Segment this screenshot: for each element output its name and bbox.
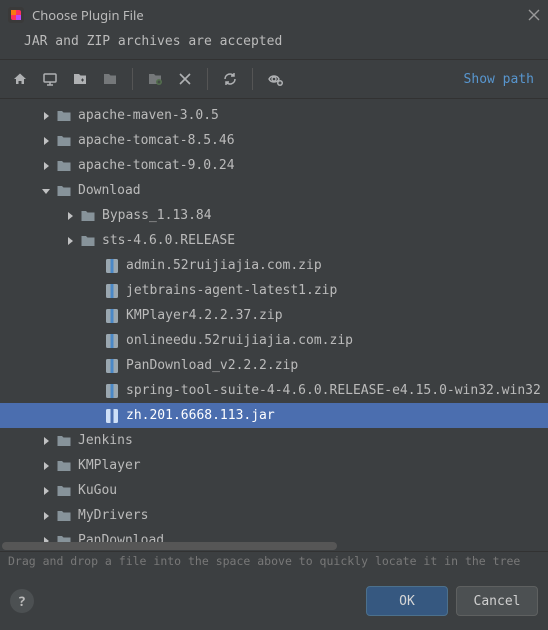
archive-icon	[104, 308, 120, 324]
drop-hint: Drag and drop a file into the space abov…	[0, 551, 548, 572]
tree-item-label: Download	[78, 184, 141, 197]
tree-folder[interactable]: sts-4.6.0.RELEASE	[0, 228, 548, 253]
tree-item-label: apache-maven-3.0.5	[78, 109, 219, 122]
toolbar: Show path	[0, 59, 548, 99]
tree-folder[interactable]: KMPlayer	[0, 453, 548, 478]
expand-arrow-icon[interactable]	[40, 162, 52, 170]
tree-item-label: zh.201.6668.113.jar	[126, 409, 275, 422]
folder-icon	[56, 108, 72, 124]
app-icon	[8, 7, 24, 23]
tree-item-label: admin.52ruijiajia.com.zip	[126, 259, 322, 272]
tree-file[interactable]: spring-tool-suite-4-4.6.0.RELEASE-e4.15.…	[0, 378, 548, 403]
show-path-link[interactable]: Show path	[458, 72, 540, 87]
tree-folder[interactable]: apache-tomcat-9.0.24	[0, 153, 548, 178]
expand-arrow-icon[interactable]	[40, 512, 52, 520]
folder-icon	[56, 483, 72, 499]
delete-icon[interactable]	[173, 67, 197, 91]
archive-icon	[104, 408, 120, 424]
expand-arrow-icon[interactable]	[40, 187, 52, 195]
tree-item-label: sts-4.6.0.RELEASE	[102, 234, 235, 247]
expand-arrow-icon[interactable]	[40, 487, 52, 495]
archive-icon	[104, 283, 120, 299]
expand-arrow-icon[interactable]	[40, 137, 52, 145]
tree-item-label: PanDownload_v2.2.2.zip	[126, 359, 298, 372]
tree-folder[interactable]: apache-maven-3.0.5	[0, 103, 548, 128]
tree-item-label: jetbrains-agent-latest1.zip	[126, 284, 337, 297]
tree-item-label: KMPlayer	[78, 459, 141, 472]
help-button[interactable]: ?	[10, 589, 34, 613]
tree-item-label: apache-tomcat-9.0.24	[78, 159, 235, 172]
tree-item-label: apache-tomcat-8.5.46	[78, 134, 235, 147]
refresh-icon[interactable]	[218, 67, 242, 91]
tree-item-label: KMPlayer4.2.2.37.zip	[126, 309, 283, 322]
toolbar-separator	[207, 68, 208, 90]
tree-folder[interactable]: Bypass_1.13.84	[0, 203, 548, 228]
expand-arrow-icon[interactable]	[64, 237, 76, 245]
module-icon[interactable]	[98, 67, 122, 91]
tree-folder[interactable]: Jenkins	[0, 428, 548, 453]
archive-icon	[104, 358, 120, 374]
tree-item-label: spring-tool-suite-4-4.6.0.RELEASE-e4.15.…	[126, 384, 541, 397]
folder-icon	[80, 208, 96, 224]
archive-icon	[104, 383, 120, 399]
dialog-window: Choose Plugin File JAR and ZIP archives …	[0, 0, 548, 630]
close-icon[interactable]	[528, 4, 540, 26]
tree-item-label: MyDrivers	[78, 509, 148, 522]
new-folder-icon[interactable]	[143, 67, 167, 91]
archive-icon	[104, 333, 120, 349]
tree-file[interactable]: jetbrains-agent-latest1.zip	[0, 278, 548, 303]
horizontal-scrollbar[interactable]	[0, 541, 548, 551]
folder-icon	[56, 183, 72, 199]
titlebar: Choose Plugin File	[0, 0, 548, 30]
cancel-button[interactable]: Cancel	[456, 586, 538, 616]
desktop-icon[interactable]	[38, 67, 62, 91]
archive-icon	[104, 258, 120, 274]
expand-arrow-icon[interactable]	[40, 112, 52, 120]
tree-item-label: KuGou	[78, 484, 117, 497]
tree-folder[interactable]: Download	[0, 178, 548, 203]
ok-button[interactable]: OK	[366, 586, 448, 616]
folder-icon	[56, 158, 72, 174]
tree-item-label: Bypass_1.13.84	[102, 209, 212, 222]
tree-file[interactable]: admin.52ruijiajia.com.zip	[0, 253, 548, 278]
folder-icon	[80, 233, 96, 249]
folder-icon	[56, 433, 72, 449]
folder-icon	[56, 508, 72, 524]
tree-item-label: onlineedu.52ruijiajia.com.zip	[126, 334, 353, 347]
folder-icon	[56, 133, 72, 149]
tree-file[interactable]: PanDownload_v2.2.2.zip	[0, 353, 548, 378]
tree-folder[interactable]: MyDrivers	[0, 503, 548, 528]
file-tree[interactable]: apache-maven-3.0.5 apache-tomcat-8.5.46 ap…	[0, 99, 548, 551]
home-icon[interactable]	[8, 67, 32, 91]
expand-arrow-icon[interactable]	[64, 212, 76, 220]
tree-file[interactable]: onlineedu.52ruijiajia.com.zip	[0, 328, 548, 353]
tree-item-label: Jenkins	[78, 434, 133, 447]
toolbar-separator	[132, 68, 133, 90]
expand-arrow-icon[interactable]	[40, 437, 52, 445]
toolbar-separator	[252, 68, 253, 90]
dialog-subtitle: JAR and ZIP archives are accepted	[0, 30, 548, 59]
dialog-title: Choose Plugin File	[32, 6, 528, 24]
expand-arrow-icon[interactable]	[40, 462, 52, 470]
dialog-footer: ? OK Cancel	[0, 572, 548, 630]
tree-folder[interactable]: apache-tomcat-8.5.46	[0, 128, 548, 153]
tree-folder[interactable]: KuGou	[0, 478, 548, 503]
tree-file[interactable]: zh.201.6668.113.jar	[0, 403, 548, 428]
project-icon[interactable]	[68, 67, 92, 91]
tree-file[interactable]: KMPlayer4.2.2.37.zip	[0, 303, 548, 328]
folder-icon	[56, 458, 72, 474]
show-hidden-icon[interactable]	[263, 67, 287, 91]
